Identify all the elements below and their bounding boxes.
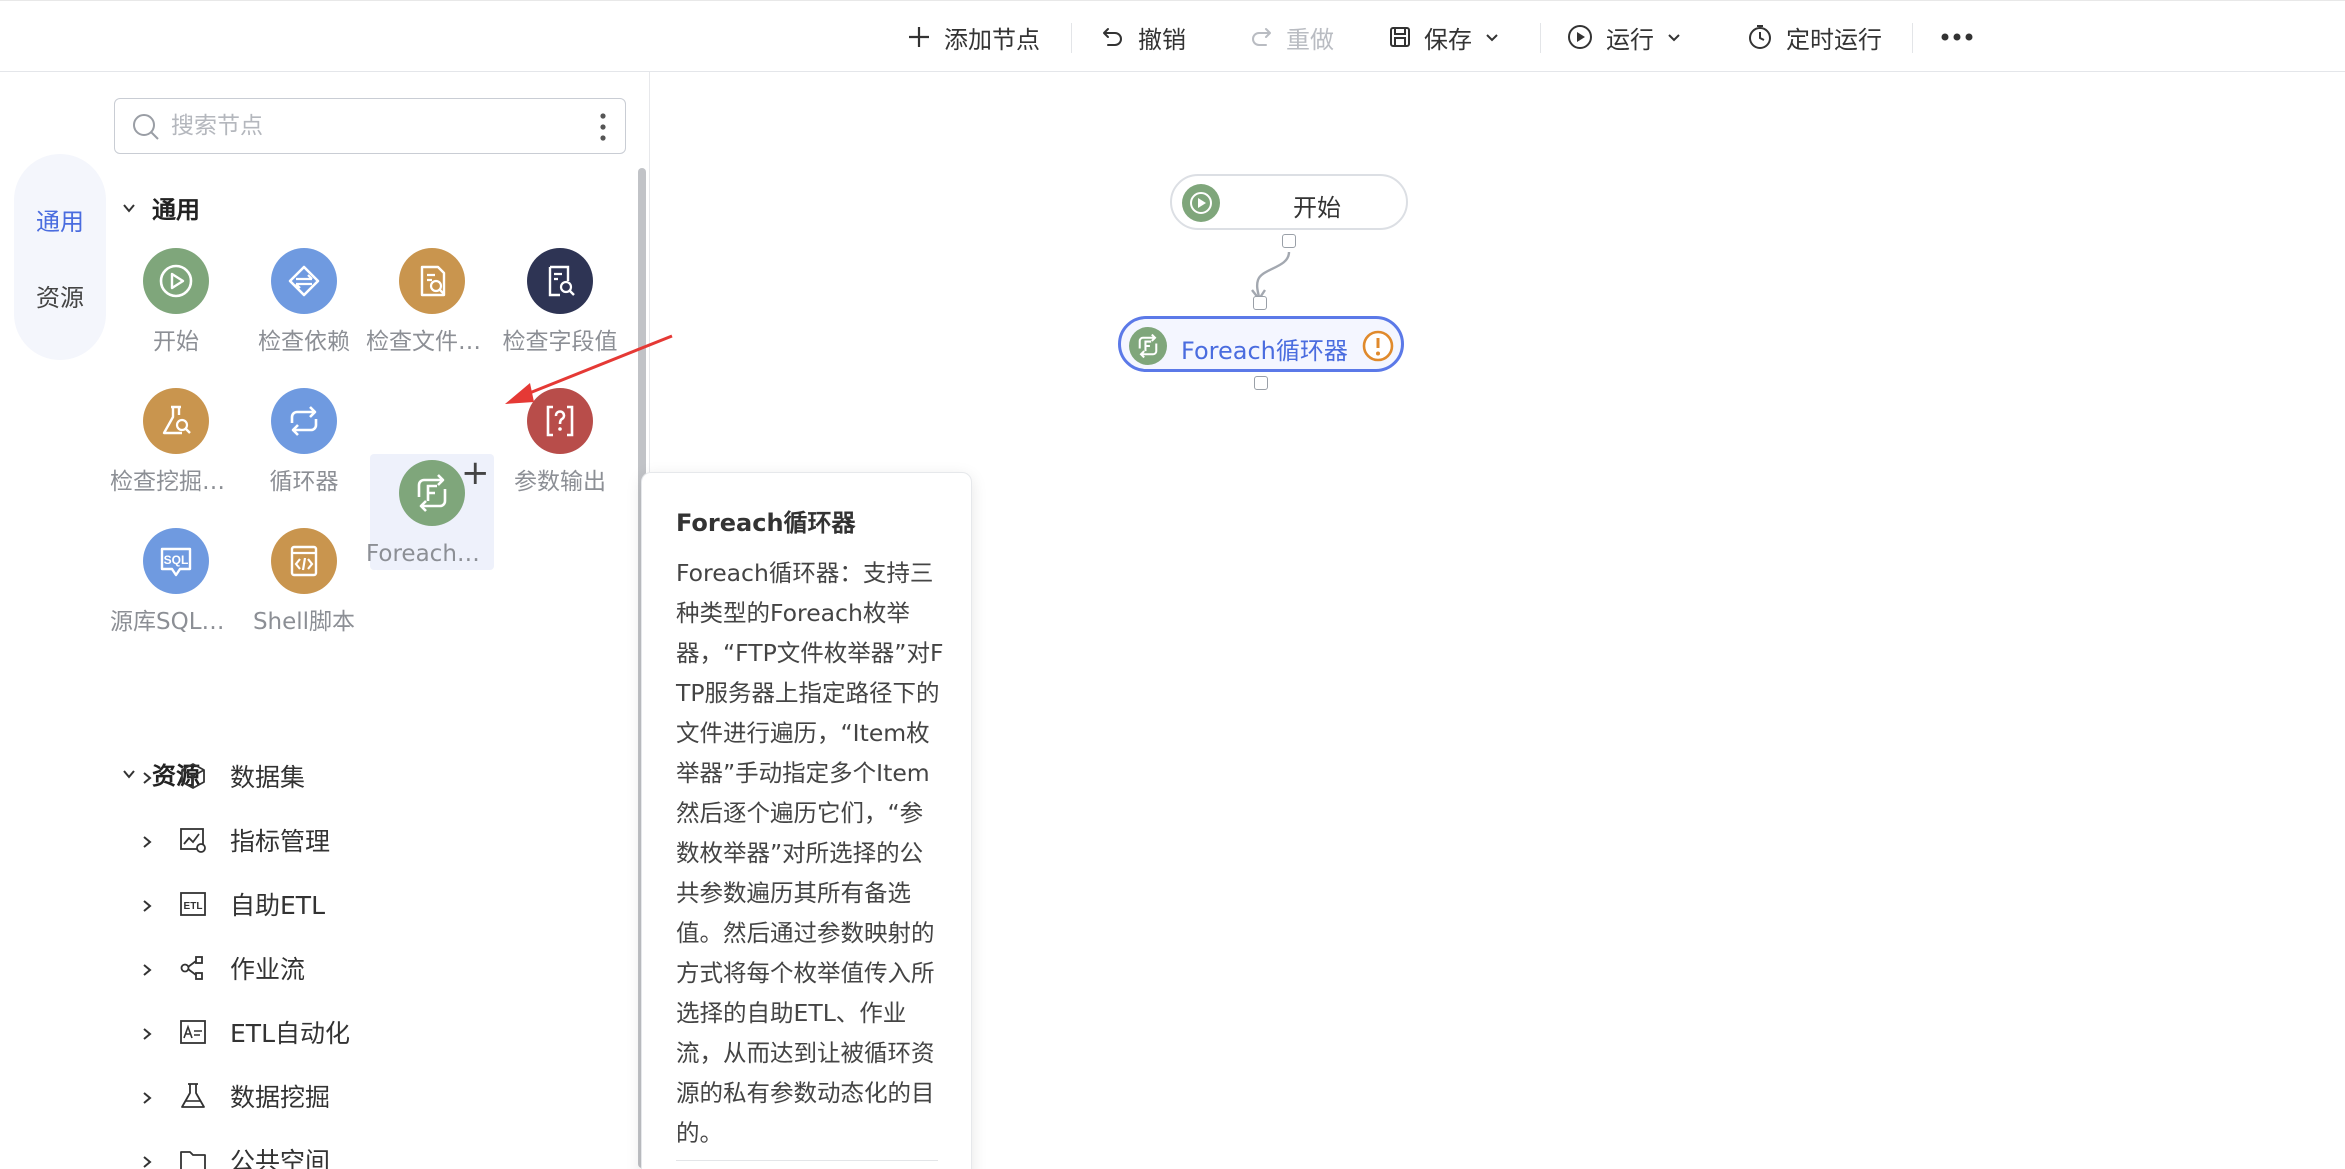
input-port[interactable] (1253, 296, 1267, 310)
warning-icon[interactable] (1361, 329, 1395, 363)
annotation-arrow (521, 334, 673, 398)
tooltip-divider (676, 1160, 938, 1161)
edge-layer (505, 251, 1291, 404)
output-port[interactable] (1254, 376, 1268, 390)
tooltip-body: Foreach循环器：支持三种类型的Foreach枚举器，“FTP文件枚举器”对… (676, 559, 944, 1147)
canvas-node-label: Foreach循环器 (1181, 337, 1348, 365)
play-icon (1182, 184, 1220, 222)
canvas-node-foreach[interactable]: Foreach循环器 (1118, 316, 1404, 372)
node-description-tooltip: Foreach循环器 Foreach循环器：支持三种类型的Foreach枚举器，… (641, 472, 972, 1169)
flow-edge[interactable] (1255, 251, 1291, 298)
annotation-arrowhead-icon (505, 383, 534, 404)
tooltip-title: Foreach循环器 (676, 509, 856, 537)
output-port[interactable] (1282, 234, 1296, 248)
canvas-node-label: 开始 (1293, 194, 1341, 222)
app-root: 添加节点 撤销 重做 保存 运行 定时运行 搜索节点 通用 开始 检查依赖 检查… (0, 0, 2345, 1169)
foreach-icon (1129, 327, 1167, 365)
canvas-node-start[interactable]: 开始 (1170, 174, 1408, 230)
